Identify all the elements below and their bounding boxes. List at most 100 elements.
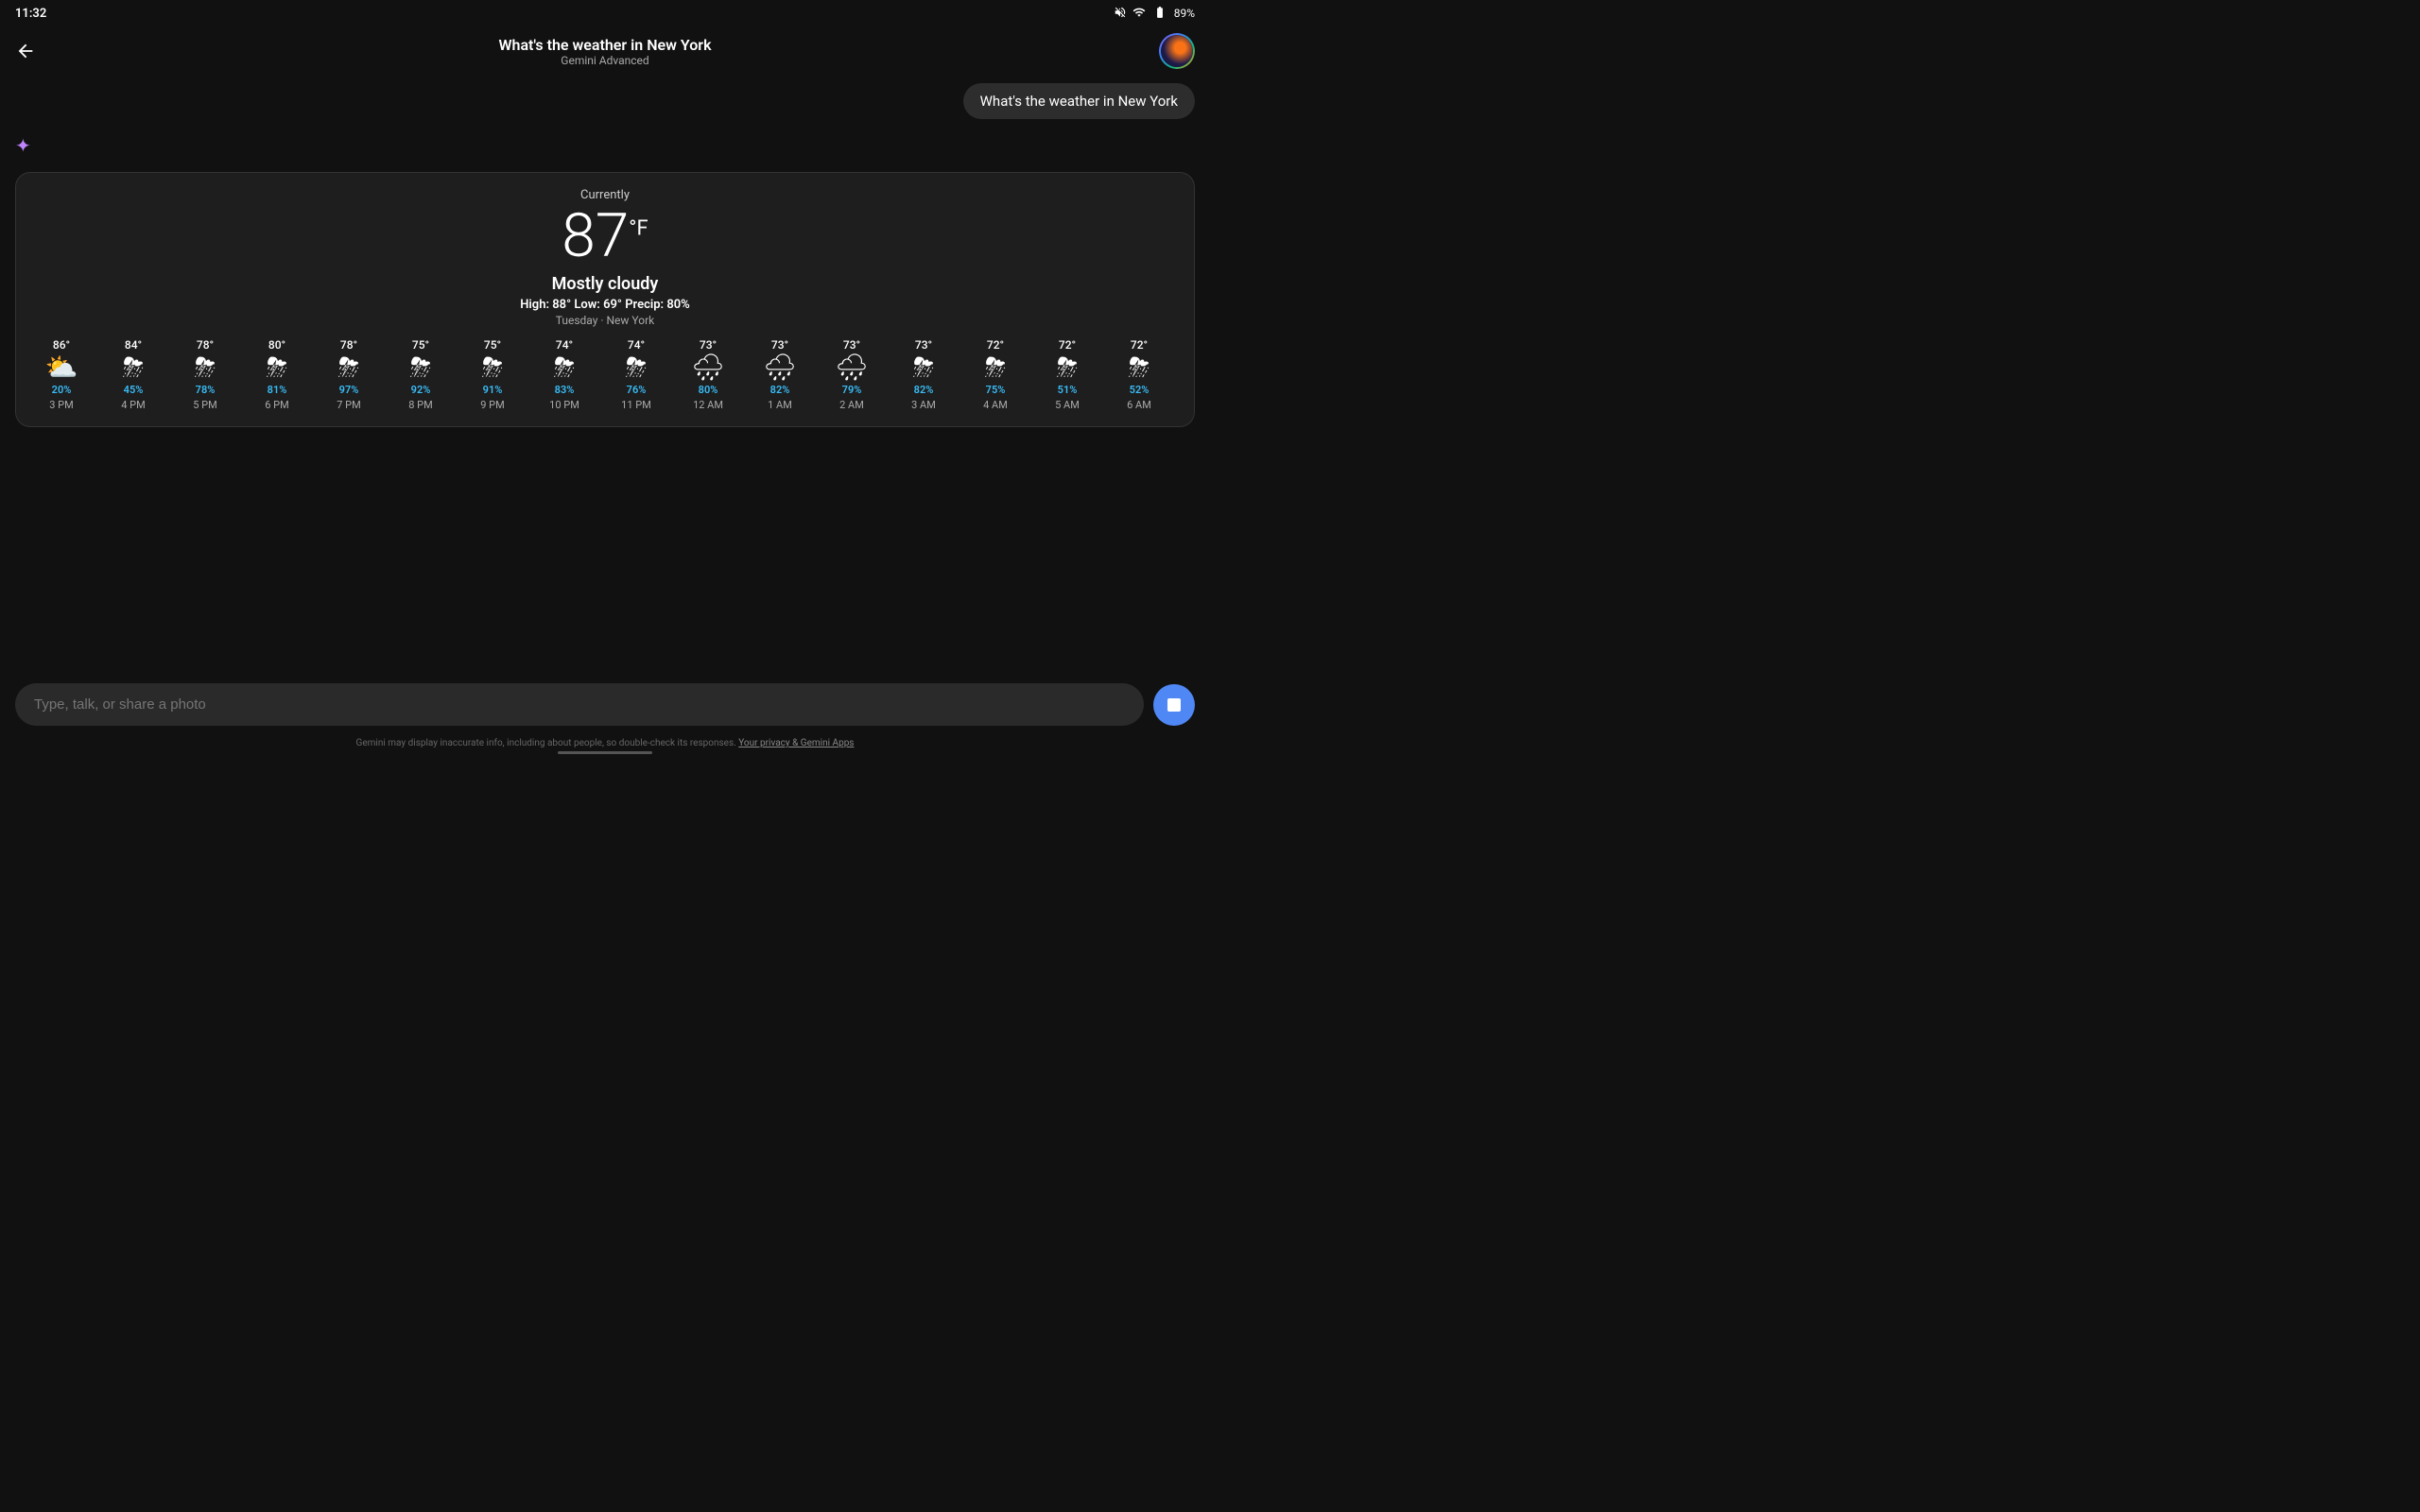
hour-weather-icon: 🌧: [835, 354, 869, 381]
hour-item: 75° ⛈ 92% 8 PM: [387, 338, 455, 411]
gemini-star-icon: ✦: [0, 127, 1210, 164]
hour-label: 1 AM: [768, 399, 792, 411]
user-message: What's the weather in New York: [963, 83, 1195, 119]
weather-location: Tuesday · New York: [27, 314, 1183, 327]
hour-precip: 75%: [986, 384, 1006, 396]
weather-temperature: 87°F: [27, 206, 1183, 266]
hour-item: 74° ⛈ 76% 11 PM: [602, 338, 670, 411]
wifi-icon: [1132, 6, 1146, 22]
hour-item: 72° ⛈ 51% 5 AM: [1033, 338, 1101, 411]
hour-item: 80° ⛈ 81% 6 PM: [243, 338, 311, 411]
hour-item: 84°⛈45%4 PM: [99, 338, 167, 411]
hour-weather-icon: ⛈: [410, 354, 431, 381]
hour-precip: 45%: [124, 384, 144, 396]
hour-item: 72° ⛈ 75% 4 AM: [961, 338, 1029, 411]
hour-temp: 73°: [700, 338, 717, 352]
hourly-forecast: 86°⛅20%3 PM84°⛈45%4 PM78°⛈78%5 PM80°⛈81%…: [27, 338, 1183, 415]
hour-weather-icon: ⛈: [913, 354, 934, 381]
hour-precip: 76%: [627, 384, 647, 396]
hour-temp: 80°: [268, 338, 285, 352]
hour-weather-icon: ⛈: [195, 354, 216, 381]
hour-item: 73° 🌧 82% 1 AM: [746, 338, 814, 411]
hour-label: 9 PM: [480, 399, 504, 411]
avatar-image: [1161, 35, 1193, 67]
weather-card: Currently 87°F Mostly cloudy High: 88° L…: [15, 172, 1195, 427]
hour-precip: 92%: [411, 384, 431, 396]
hour-item: 73°⛈82%3 AM: [890, 338, 958, 411]
hour-item: 72°⛈52%6 AM: [1105, 338, 1173, 411]
hour-label: 6 PM: [265, 399, 288, 411]
hour-precip: 91%: [483, 384, 503, 396]
hour-weather-icon: ⛈: [267, 354, 287, 381]
status-bar: 11:32 89%: [0, 0, 1210, 26]
hour-label: 5 AM: [1055, 399, 1080, 411]
battery-icon: [1151, 6, 1168, 22]
hour-temp: 78°: [340, 338, 357, 352]
status-icons: 89%: [1114, 6, 1195, 22]
hour-precip: 83%: [555, 384, 575, 396]
back-button[interactable]: [15, 41, 36, 61]
hour-precip: 79%: [842, 384, 862, 396]
header-center: What's the weather in New York Gemini Ad…: [498, 36, 711, 67]
chat-input[interactable]: [15, 683, 1144, 726]
hour-label: 7 PM: [337, 399, 360, 411]
status-time: 11:32: [15, 7, 46, 21]
hour-precip: 82%: [770, 384, 790, 396]
hour-temp: 72°: [1131, 338, 1148, 352]
hour-weather-icon: 🌧: [763, 354, 797, 381]
hour-temp: 74°: [556, 338, 573, 352]
hour-weather-icon: ⛈: [1057, 354, 1078, 381]
hour-precip: 82%: [914, 384, 934, 396]
hour-item: 78°⛈78%5 PM: [171, 338, 239, 411]
hour-item: 73° 🌧 80% 12 AM: [674, 338, 742, 411]
weather-description: Mostly cloudy: [27, 274, 1183, 294]
home-indicator: [558, 751, 652, 754]
hour-label: 4 PM: [121, 399, 145, 411]
hour-temp: 84°: [125, 338, 142, 352]
hour-weather-icon: ⛅: [45, 354, 78, 381]
hour-weather-icon: ⛈: [626, 354, 647, 381]
hour-temp: 72°: [1059, 338, 1076, 352]
hour-label: 6 AM: [1127, 399, 1151, 411]
avatar[interactable]: [1159, 33, 1195, 69]
hour-item: 74°⛈83%10 PM: [530, 338, 598, 411]
hour-label: 3 AM: [911, 399, 936, 411]
hour-precip: 78%: [196, 384, 216, 396]
hour-label: 10 PM: [549, 399, 579, 411]
hour-temp: 72°: [987, 338, 1004, 352]
stop-icon: [1167, 698, 1181, 712]
stop-button[interactable]: [1153, 684, 1195, 726]
weather-details: High: 88° Low: 69° Precip: 80%: [27, 298, 1183, 312]
footer-disclaimer: Gemini may display inaccurate info, incl…: [0, 738, 1210, 748]
hour-precip: 52%: [1130, 384, 1150, 396]
hour-temp: 74°: [628, 338, 645, 352]
hour-weather-icon: ⛈: [482, 354, 503, 381]
hour-temp: 86°: [53, 338, 70, 352]
header: What's the weather in New York Gemini Ad…: [0, 26, 1210, 76]
hour-precip: 97%: [339, 384, 359, 396]
hour-label: 5 PM: [193, 399, 216, 411]
user-message-container: What's the weather in New York: [0, 76, 1210, 127]
hour-weather-icon: 🌧: [691, 354, 725, 381]
hour-precip: 80%: [699, 384, 718, 396]
privacy-link[interactable]: Your privacy & Gemini Apps: [738, 738, 854, 748]
header-subtitle: Gemini Advanced: [498, 54, 711, 67]
hour-label: 11 PM: [621, 399, 651, 411]
hour-precip: 20%: [52, 384, 72, 396]
header-title: What's the weather in New York: [498, 36, 711, 54]
hour-item: 78° ⛈ 97% 7 PM: [315, 338, 383, 411]
hour-weather-icon: ⛈: [985, 354, 1006, 381]
hour-weather-icon: ⛈: [338, 354, 359, 381]
hour-item: 86°⛅20%3 PM: [27, 338, 95, 411]
hour-item: 73°🌧79%2 AM: [818, 338, 886, 411]
hour-label: 8 PM: [408, 399, 432, 411]
hour-temp: 73°: [771, 338, 788, 352]
hour-temp: 75°: [412, 338, 429, 352]
hour-item: 75°⛈91%9 PM: [458, 338, 527, 411]
hour-temp: 73°: [843, 338, 860, 352]
hour-precip: 81%: [268, 384, 287, 396]
battery-level: 89%: [1174, 7, 1195, 20]
hour-label: 4 AM: [983, 399, 1008, 411]
hour-precip: 51%: [1058, 384, 1078, 396]
hour-label: 12 AM: [693, 399, 723, 411]
